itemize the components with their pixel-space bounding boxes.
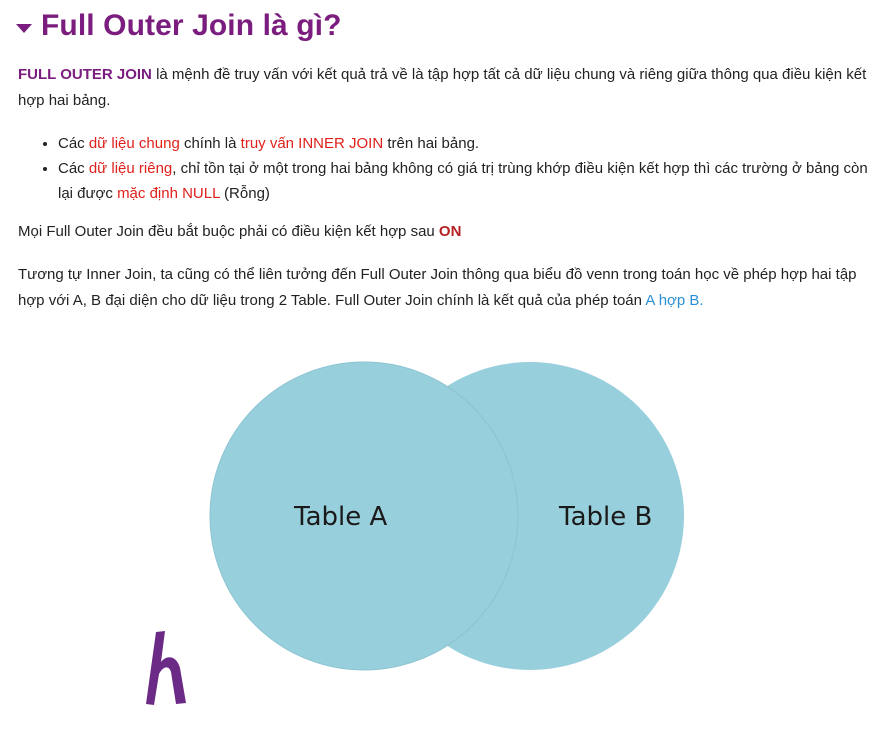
definition-list: Các dữ liệu chung chính là truy vấn INNE… [18,131,868,206]
intro-term: FULL OUTER JOIN [18,66,152,83]
venn-diagram: Table A Table B [209,361,684,671]
list-item-text: trên hai bảng. [383,135,480,152]
section-heading[interactable]: Full Outer Join là gì? [16,4,342,48]
list-item-text: Các [58,160,89,177]
list-item: Các dữ liệu chung chính là truy vấn INNE… [58,131,868,156]
logo-mark [146,631,186,705]
table-a-label: Table A [293,502,387,532]
table-b-label: Table B [558,502,652,532]
condition-text: Mọi Full Outer Join đều bắt buộc phải có… [18,223,439,240]
highlight-common-data: dữ liệu chung [88,135,180,152]
list-item-text: (Rỗng) [219,185,270,202]
condition-paragraph: Mọi Full Outer Join đều bắt buộc phải có… [18,219,868,245]
on-keyword: ON [438,223,462,240]
intro-paragraph: FULL OUTER JOIN là mệnh đề truy vấn với … [18,62,868,114]
list-item: Các dữ liệu riêng, chỉ tồn tại ở một tro… [58,156,868,206]
h-logo-icon [146,631,186,705]
analogy-paragraph: Tương tự Inner Join, ta cũng có thể liên… [18,262,868,314]
list-item-text: Các [58,135,89,152]
list-item-text: chính là [179,135,241,152]
a-union-b-link[interactable]: A hợp B. [645,292,703,309]
highlight-default-null: mặc định NULL [117,185,220,202]
analogy-text: Tương tự Inner Join, ta cũng có thể liên… [18,266,857,309]
highlight-private-data: dữ liệu riêng [88,160,173,177]
caret-down-icon[interactable] [16,23,32,33]
section-title: Full Outer Join là gì? [41,9,342,42]
highlight-inner-join: truy vấn INNER JOIN [240,135,384,152]
